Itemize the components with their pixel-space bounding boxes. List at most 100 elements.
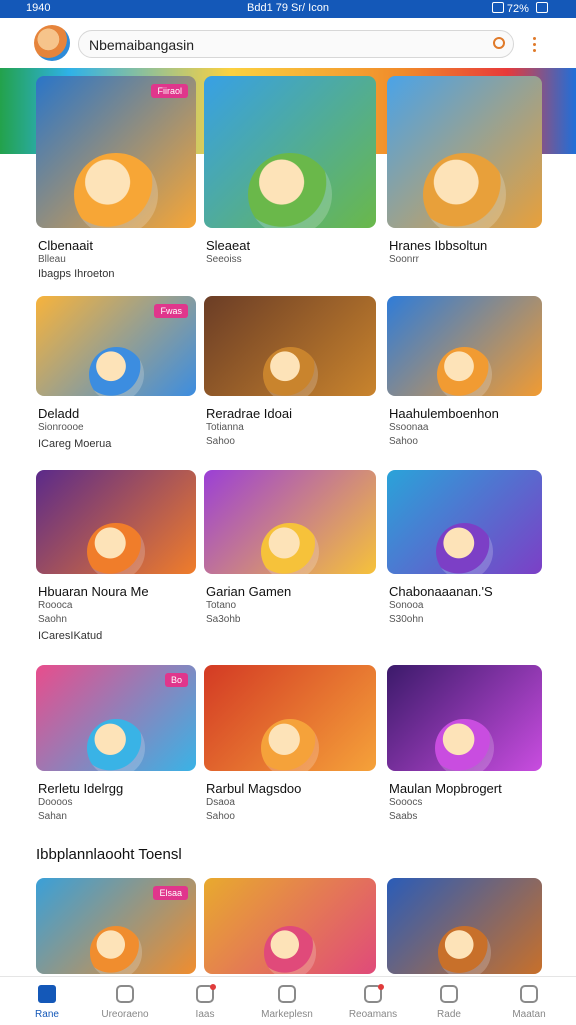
game-title: Sleaeat bbox=[206, 238, 251, 253]
category-tag: ICareg Moerua bbox=[38, 438, 112, 450]
game-meta: Seeoiss bbox=[206, 254, 242, 265]
nav-item-6[interactable]: Maatan bbox=[488, 977, 570, 1025]
battery-level: 72% bbox=[506, 3, 529, 15]
game-card-4-2[interactable] bbox=[204, 665, 376, 771]
search-input[interactable]: Nbemaibangasin bbox=[78, 30, 514, 58]
game-card-3-3[interactable] bbox=[387, 470, 542, 574]
notification-dot bbox=[378, 984, 384, 990]
game-title: Hranes Ibbsoltun bbox=[389, 238, 488, 253]
thumbnail-badge: Fwas bbox=[154, 304, 188, 318]
nav-icon bbox=[196, 984, 216, 1003]
game-title: Clbenaait bbox=[38, 238, 93, 253]
bottom-navigation: Rane Ureoraeno Iaas Markeplesn Reoamans Rade M… bbox=[0, 976, 576, 1025]
status-bar: 1940 Bdd1 79 Sr/ Icon 72% bbox=[0, 0, 576, 18]
wifi-icon bbox=[491, 2, 504, 13]
game-title: Rerletu Idelrgg bbox=[38, 781, 124, 796]
game-meta-secondary: Sahan bbox=[38, 811, 67, 822]
status-right: 72% bbox=[488, 2, 548, 15]
nav-item-0[interactable]: Rane bbox=[6, 977, 88, 1025]
game-meta: Sooocs bbox=[389, 797, 423, 808]
character-figure bbox=[88, 346, 144, 396]
character-figure bbox=[261, 522, 319, 574]
nav-icon bbox=[364, 984, 384, 1003]
nav-item-4[interactable]: Reoamans bbox=[332, 977, 414, 1025]
nav-label: Markeplesn bbox=[261, 1009, 313, 1020]
bottom-game-card-1[interactable]: Elsaa bbox=[36, 878, 196, 974]
game-meta-secondary: Sahoo bbox=[206, 436, 235, 447]
nav-icon bbox=[278, 985, 296, 1003]
battery-icon bbox=[536, 2, 548, 13]
game-meta: Sionroooe bbox=[38, 422, 84, 433]
game-meta-secondary: S30ohn bbox=[389, 614, 424, 625]
nav-icon bbox=[116, 985, 134, 1003]
character-figure bbox=[438, 926, 491, 974]
game-title: Deladd bbox=[38, 406, 80, 421]
thumbnail-badge: Bo bbox=[164, 673, 188, 687]
more-menu-icon[interactable] bbox=[533, 37, 537, 53]
game-title: Haahulemboenhon bbox=[389, 406, 499, 421]
game-card-1-3[interactable] bbox=[387, 76, 542, 228]
character-figure bbox=[263, 926, 317, 974]
search-text: Nbemaibangasin bbox=[89, 37, 195, 53]
game-card-1-2[interactable] bbox=[204, 76, 376, 228]
thumbnail-badge: Elsaa bbox=[153, 886, 188, 900]
game-meta: Roooca bbox=[38, 600, 73, 611]
game-title: Chabonaaanan.'S bbox=[389, 584, 493, 599]
game-card-2-2[interactable] bbox=[204, 296, 376, 396]
nav-icon bbox=[38, 985, 56, 1003]
nav-icon bbox=[440, 985, 458, 1003]
nav-icon bbox=[520, 985, 538, 1003]
game-meta-secondary: Sahoo bbox=[389, 436, 418, 447]
game-card-3-2[interactable] bbox=[204, 470, 376, 574]
game-card-3-1[interactable] bbox=[36, 470, 196, 574]
search-icon[interactable] bbox=[493, 37, 505, 49]
section-title: Ibbplannlaooht Toensl bbox=[36, 846, 182, 863]
game-card-1-1[interactable]: Fiiraol bbox=[36, 76, 196, 228]
game-meta: Dsaoa bbox=[206, 797, 235, 808]
nav-label: Iaas bbox=[195, 1009, 215, 1020]
game-title: Maulan Mopbrogert bbox=[389, 781, 502, 796]
character-figure bbox=[87, 522, 145, 574]
nav-item-1[interactable]: Ureoraeno bbox=[84, 977, 166, 1025]
game-meta-secondary: Saohn bbox=[38, 614, 67, 625]
nav-item-5[interactable]: Rade bbox=[408, 977, 490, 1025]
game-card-2-1[interactable]: Fwas bbox=[36, 296, 196, 396]
notification-dot bbox=[210, 984, 216, 990]
category-tag: ICaresIKatud bbox=[38, 630, 103, 642]
game-meta-secondary: Saabs bbox=[389, 811, 418, 822]
nav-label: Reoamans bbox=[348, 1009, 398, 1020]
character-figure bbox=[248, 152, 332, 228]
game-title: Hbuaran Noura Me bbox=[38, 584, 149, 599]
game-meta: Ssoonaa bbox=[389, 422, 429, 433]
thumbnail-badge: Fiiraol bbox=[151, 84, 188, 98]
game-meta-secondary: Sahoo bbox=[206, 811, 235, 822]
game-meta: Totano bbox=[206, 600, 237, 611]
character-figure bbox=[74, 152, 158, 228]
nav-label: Rade bbox=[437, 1009, 461, 1020]
character-figure bbox=[437, 346, 492, 396]
game-title: Reradrae Idoai bbox=[206, 406, 292, 421]
nav-item-2[interactable]: Iaas bbox=[164, 977, 246, 1025]
avatar[interactable] bbox=[34, 25, 70, 61]
category-tag: Ibagps Ihroeton bbox=[38, 268, 115, 280]
nav-label: Ureoraeno bbox=[101, 1009, 149, 1020]
game-meta: Soonrr bbox=[389, 254, 420, 265]
bottom-game-card-3[interactable] bbox=[387, 878, 542, 974]
nav-label: Rane bbox=[35, 1009, 59, 1020]
character-figure bbox=[435, 522, 494, 574]
game-meta: Totianna bbox=[206, 422, 244, 433]
character-figure bbox=[89, 926, 143, 974]
game-title: Garian Gamen bbox=[206, 584, 292, 599]
character-figure bbox=[262, 346, 318, 396]
character-figure bbox=[435, 718, 494, 771]
game-title: Rarbul Magsdoo bbox=[206, 781, 302, 796]
nav-label: Maatan bbox=[512, 1009, 546, 1020]
game-card-2-3[interactable] bbox=[387, 296, 542, 396]
game-meta: Sonooa bbox=[389, 600, 424, 611]
game-card-4-3[interactable] bbox=[387, 665, 542, 771]
bottom-game-card-2[interactable] bbox=[204, 878, 376, 974]
game-meta-secondary: Sa3ohb bbox=[206, 614, 241, 625]
nav-item-3[interactable]: Markeplesn bbox=[246, 977, 328, 1025]
game-card-4-1[interactable]: Bo bbox=[36, 665, 196, 771]
app-header: Nbemaibangasin bbox=[0, 18, 576, 68]
